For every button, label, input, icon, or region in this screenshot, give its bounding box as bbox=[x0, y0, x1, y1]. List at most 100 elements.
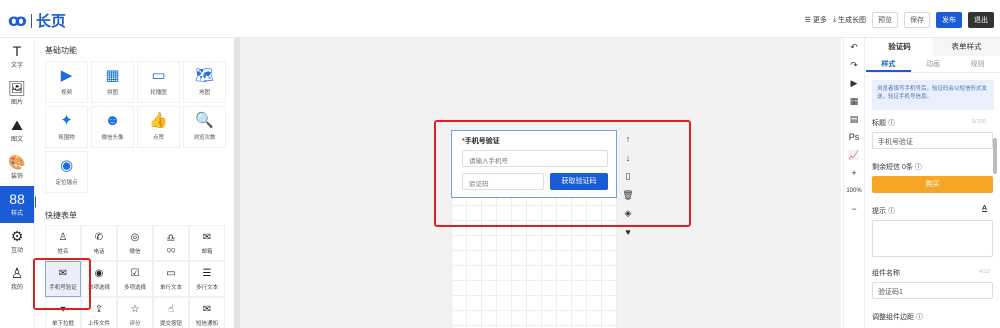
form-item-multi-line[interactable]: ☰ 多行文本 bbox=[189, 261, 225, 297]
tab-verify-code[interactable]: 验证码 bbox=[866, 38, 933, 56]
rail-label: 我的 bbox=[10, 285, 23, 291]
canvas-scrollbar[interactable] bbox=[234, 38, 240, 328]
component-name-count: 4/12 bbox=[979, 269, 990, 275]
sparkle-icon: ✦ bbox=[60, 112, 73, 129]
form-item-multi-choice[interactable]: ☑ 多项选择 bbox=[117, 261, 153, 297]
form-item-email[interactable]: ✉ 邮箱 bbox=[189, 225, 225, 261]
menu-icon: ☰ bbox=[804, 17, 811, 24]
component-carousel[interactable]: ▭ 轮播图 bbox=[137, 61, 180, 103]
rail-item-text[interactable]: T 文字 bbox=[0, 38, 34, 75]
rail-item-decoration[interactable]: 🎨 装饰 bbox=[0, 149, 34, 186]
text-icon: T bbox=[12, 43, 22, 59]
upload-icon: ⇪ bbox=[94, 303, 104, 315]
tile-label: 多项选择 bbox=[123, 284, 146, 291]
highlight-canvas-component bbox=[434, 120, 691, 227]
basic-section-title: 基础功能 bbox=[45, 46, 77, 55]
component-ambience[interactable]: ✦ 氛围物 bbox=[45, 106, 88, 148]
rail-item-image-text[interactable]: ⛰ 图文 bbox=[0, 112, 34, 149]
subtab-style[interactable]: 样式 bbox=[866, 56, 911, 72]
title-field-label: 标题 ⓘ bbox=[872, 120, 895, 127]
form-item-phone[interactable]: ✆ 电话 bbox=[81, 225, 117, 261]
textarea-icon: ☰ bbox=[202, 267, 212, 279]
properties-scrollbar[interactable] bbox=[993, 138, 997, 174]
tile-label: 邮箱 bbox=[201, 248, 213, 255]
user-icon: ♙ bbox=[10, 265, 24, 281]
form-item-rating[interactable]: ☆ 评分 bbox=[117, 297, 153, 328]
checkbox-icon: ☑ bbox=[130, 267, 140, 279]
play-icon[interactable]: ▶ bbox=[851, 74, 858, 92]
tile-label: 单下拉框 bbox=[51, 320, 74, 327]
page-icon[interactable]: ▤ bbox=[850, 110, 859, 128]
form-item-name[interactable]: ♙ 姓名 bbox=[45, 225, 81, 261]
tile-label: 评分 bbox=[129, 320, 141, 327]
mail-icon: ✉ bbox=[202, 231, 212, 243]
info-notice: 浏览者填写手机号后，验证码会以短信形式发送，验证手机号信息。 bbox=[872, 80, 994, 110]
zoom-out-icon[interactable]: − bbox=[851, 200, 856, 218]
publish-button[interactable]: 发布 bbox=[936, 12, 962, 28]
phone-icon: ✆ bbox=[94, 231, 104, 243]
form-item-single-line[interactable]: ▭ 单行文本 bbox=[153, 261, 189, 297]
rail-label: 样式 bbox=[10, 211, 23, 217]
wechat-icon: ◎ bbox=[130, 231, 140, 243]
qq-icon: ♎ bbox=[166, 232, 176, 244]
title-input[interactable]: 手机号验证 bbox=[872, 132, 993, 149]
tile-label: 轮播图 bbox=[150, 90, 167, 96]
chart-icon[interactable]: 📈 bbox=[848, 146, 859, 164]
logo[interactable]: ꝏ 长页 bbox=[8, 10, 66, 31]
text-format-icon[interactable]: A bbox=[982, 205, 987, 212]
tile-label: 地图 bbox=[198, 90, 210, 96]
message-icon: ✉ bbox=[202, 303, 212, 315]
subtab-rules[interactable]: 规则 bbox=[955, 56, 1000, 72]
tile-label: 单项选择 bbox=[87, 284, 110, 291]
photoshop-icon[interactable]: Ps bbox=[849, 128, 860, 146]
undo-icon[interactable]: ↶ bbox=[850, 38, 858, 56]
tab-form-style[interactable]: 表单样式 bbox=[933, 38, 1000, 56]
component-collage[interactable]: ▦ 拼图 bbox=[91, 61, 134, 103]
rail-label: 图文 bbox=[10, 137, 23, 143]
quick-form-section-title: 快捷表单 bbox=[45, 211, 77, 220]
zoom-level: 100% bbox=[846, 188, 862, 194]
highlight-palette-item bbox=[33, 258, 91, 310]
logo-mark-icon: ꝏ bbox=[8, 10, 27, 30]
tile-label: 定位锚点 bbox=[55, 180, 78, 186]
rail-item-image[interactable]: 🖼 图片 bbox=[0, 75, 34, 112]
toolbar-actions: ☰ 更多 ⤓ 生成长图 预览 保存 发布 退出 bbox=[805, 12, 994, 28]
rail-item-style[interactable]: 88 样式 bbox=[0, 186, 34, 223]
preview-button[interactable]: 预览 bbox=[872, 12, 898, 28]
zoom-in-icon[interactable]: + bbox=[851, 164, 856, 182]
form-item-submit[interactable]: ☝ 提交按钮 bbox=[153, 297, 189, 328]
component-name-label: 组件名称 bbox=[872, 270, 900, 277]
exit-button[interactable]: 退出 bbox=[968, 12, 994, 28]
subtab-animation[interactable]: 动画 bbox=[911, 56, 956, 72]
tile-label: 微信 bbox=[129, 248, 141, 255]
component-anchor[interactable]: ◉ 定位锚点 bbox=[45, 151, 88, 193]
rail-item-interaction[interactable]: ⚙ 互动 bbox=[0, 223, 34, 260]
component-map[interactable]: 🗺 地图 bbox=[183, 61, 226, 103]
form-item-sms-notify[interactable]: ✉ 短信通知 bbox=[189, 297, 225, 328]
pointer-icon: ☝ bbox=[167, 303, 175, 315]
avatar-icon: ☻ bbox=[104, 112, 121, 129]
form-item-qq[interactable]: ♎ QQ bbox=[153, 225, 189, 261]
form-item-wechat[interactable]: ◎ 微信 bbox=[117, 225, 153, 261]
tile-label: 单行文本 bbox=[159, 284, 182, 291]
component-view-count[interactable]: 🔍 浏览次数 bbox=[183, 106, 226, 148]
tile-label: 短信通知 bbox=[195, 320, 218, 327]
component-wechat-avatar[interactable]: ☻ 微信头像 bbox=[91, 106, 134, 148]
more-button[interactable]: ☰ 更多 bbox=[805, 15, 827, 25]
left-category-rail: T 文字 🖼 图片 ⛰ 图文 🎨 装饰 88 样式 ⚙ 互动 ♙ 我的 bbox=[0, 38, 35, 328]
component-name-input[interactable]: 验证码1 bbox=[872, 282, 993, 299]
component-video[interactable]: ▶ 视频 bbox=[45, 61, 88, 103]
generate-long-image-button[interactable]: ⤓ 生成长图 bbox=[833, 15, 866, 25]
redo-icon[interactable]: ↷ bbox=[850, 56, 858, 74]
hint-textarea[interactable] bbox=[872, 220, 993, 257]
image-icon: 🖼 bbox=[8, 80, 26, 96]
save-button[interactable]: 保存 bbox=[904, 12, 930, 28]
title-char-count: 5/100 bbox=[972, 119, 986, 125]
buy-sms-button[interactable]: 购买 bbox=[872, 176, 993, 193]
grid-icon[interactable]: ▦ bbox=[850, 92, 859, 110]
rail-item-mine[interactable]: ♙ 我的 bbox=[0, 260, 34, 297]
map-icon: 🗺 bbox=[194, 67, 215, 84]
component-like[interactable]: 👍 点赞 bbox=[137, 106, 180, 148]
tile-label: QQ bbox=[166, 247, 176, 254]
tile-label: 拼图 bbox=[106, 90, 118, 96]
